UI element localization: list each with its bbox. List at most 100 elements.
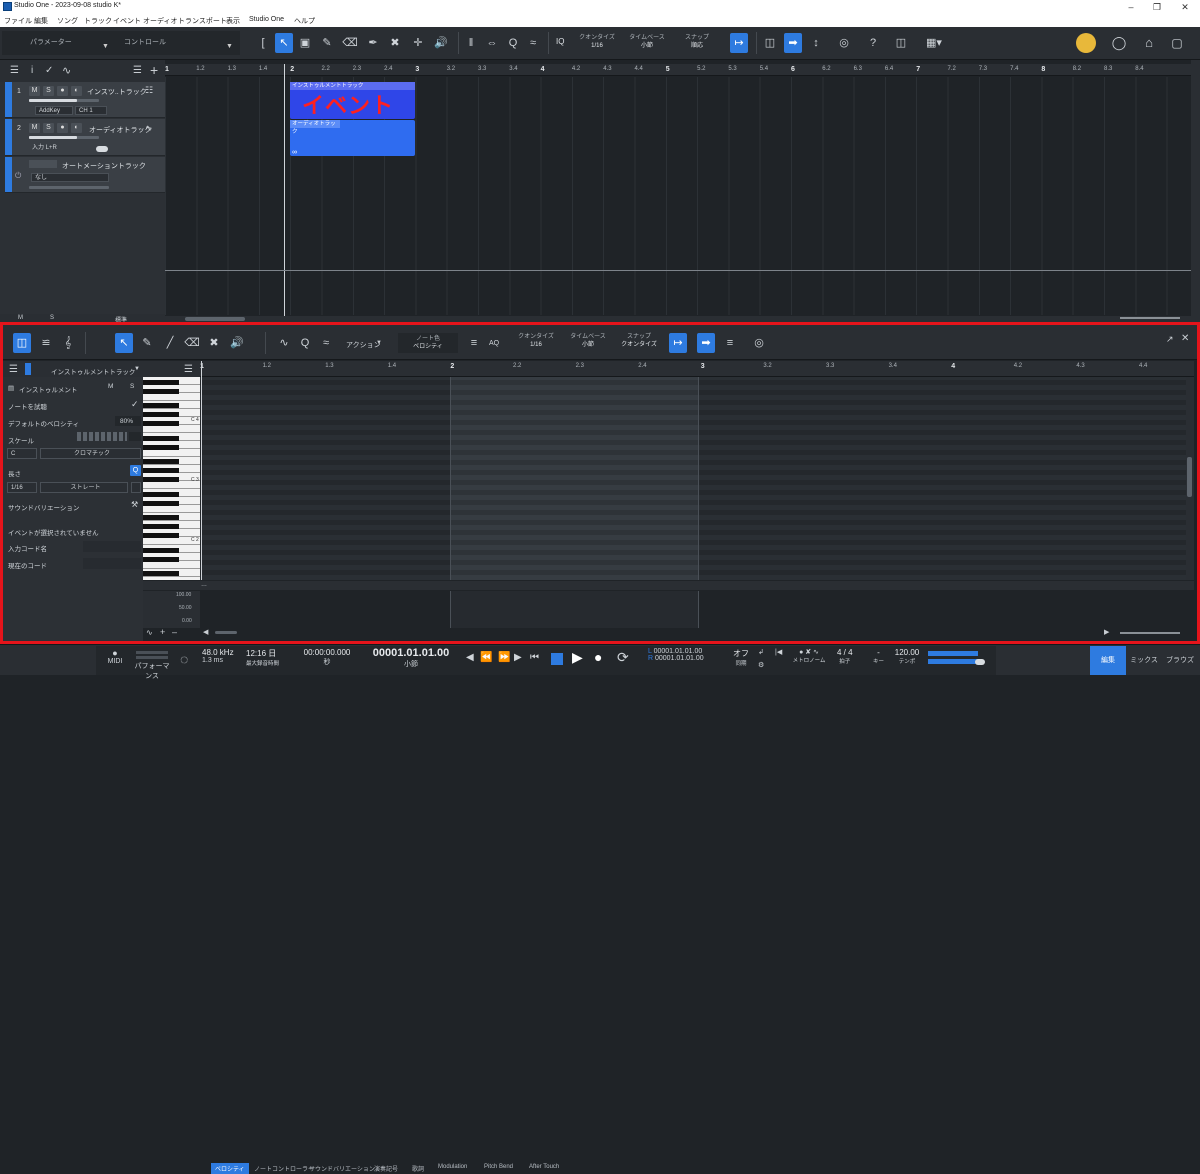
timebase-select[interactable]: タイムベース 小節 — [565, 333, 611, 349]
add-lane-icon[interactable]: + — [160, 627, 165, 637]
record-icon[interactable]: ● — [57, 123, 68, 133]
menu-audio[interactable]: オーディオ — [143, 16, 178, 26]
mute-button[interactable]: M — [29, 86, 40, 96]
tab-lyrics[interactable]: 歌詞 — [408, 1163, 428, 1174]
menu-event[interactable]: イベント — [113, 16, 141, 26]
listen-tool-icon[interactable]: 🔊 — [228, 333, 246, 353]
power-icon[interactable]: ⏻ — [15, 171, 21, 181]
follow-icon[interactable]: ➡ — [784, 33, 802, 53]
midi-indicator[interactable]: ● MIDI — [103, 648, 127, 665]
length-quantize-icon[interactable]: Q — [130, 465, 141, 476]
automation-select[interactable]: なし — [31, 173, 109, 182]
home-icon[interactable]: ⌂ — [1140, 33, 1158, 53]
chevron-down-icon[interactable]: ▼ — [102, 43, 109, 50]
piano-keyboard[interactable]: C 4 C 3 C 2 — [143, 377, 200, 580]
quantize-select[interactable]: クオンタイズ 1/16 — [513, 333, 559, 349]
editor-vscroll[interactable] — [1186, 377, 1194, 580]
wrench-icon[interactable]: ✓ — [45, 65, 53, 76]
instrument-select[interactable]: AddKey — [35, 106, 73, 115]
avatar[interactable] — [1076, 33, 1096, 53]
play-icon[interactable]: ▶ — [572, 649, 583, 666]
track-2[interactable]: 1 2 M S ● ◐ オーディオトラック ∿ 入力 L+R — [5, 119, 165, 156]
tab-sound-variation[interactable]: サウンドバリエーション — [305, 1163, 379, 1174]
arrow-tool-icon[interactable]: ↖ — [275, 33, 293, 53]
help-button[interactable]: ? — [864, 33, 882, 53]
preroll-icon[interactable]: |◀ — [775, 648, 782, 656]
minimize-icon[interactable]: – — [1118, 0, 1144, 14]
follow-icon[interactable]: ➡ — [697, 333, 715, 353]
pencil-tool-icon[interactable]: ✎ — [138, 333, 156, 353]
list-icon[interactable]: ☰ — [133, 65, 142, 76]
tab-edit[interactable]: 編集 — [1090, 646, 1126, 675]
solo-all-button[interactable]: S — [50, 315, 54, 321]
rewind-icon[interactable]: ⏪ — [480, 652, 492, 663]
loop-icon[interactable]: ⟳ — [617, 649, 629, 666]
score-icon[interactable]: 𝄞 — [59, 333, 77, 353]
target-icon[interactable]: ◎ — [835, 33, 853, 53]
note-preview-checkbox[interactable]: ✓ — [131, 399, 139, 410]
editor-ruler[interactable]: 11.21.31.422.22.32.433.23.33.444.24.34.4 — [200, 361, 1194, 377]
mute-all-button[interactable]: M — [18, 315, 23, 321]
toggle-icon[interactable] — [975, 659, 985, 665]
input-chord-field[interactable] — [83, 541, 141, 552]
curve-icon[interactable]: ∿ — [146, 628, 153, 637]
track-name[interactable]: オーディオトラック — [89, 125, 152, 135]
solo-button[interactable]: S — [43, 123, 54, 133]
time-signature[interactable]: 4 / 4 拍子 — [837, 648, 853, 665]
track-name[interactable]: オートメーショントラック — [62, 161, 146, 171]
performance-meter[interactable]: パフォーマンス — [132, 649, 172, 681]
snap-toggle-icon[interactable]: ↦ — [730, 33, 748, 53]
record-icon[interactable]: ● — [594, 649, 602, 665]
window-icon[interactable]: ▢ — [1168, 33, 1186, 53]
sync-display[interactable]: オフ 同期 — [733, 648, 749, 667]
metronome[interactable]: ● ✘ ∿ メトロノーム — [790, 648, 828, 664]
mute-tool-icon[interactable]: ✖ — [205, 333, 223, 353]
aq-button[interactable]: AQ — [489, 340, 499, 347]
menu-studio-one[interactable]: Studio One — [249, 16, 284, 23]
solo-button[interactable]: S — [130, 383, 134, 390]
list-icon[interactable]: ☰ — [184, 364, 193, 375]
solo-button[interactable]: S — [43, 86, 54, 96]
pencil-tool-icon[interactable]: ✎ — [318, 33, 336, 53]
snap-select[interactable]: スナップ クオンタイズ — [615, 333, 663, 349]
inspector-toggle-icon[interactable]: ◫ — [13, 333, 31, 353]
split-events-icon[interactable]: ‖ — [462, 33, 480, 53]
zoom-icon[interactable]: Q — [296, 333, 314, 353]
video-icon[interactable]: ◫ — [892, 33, 910, 53]
track-select[interactable]: インストゥルメントトラック — [51, 366, 135, 376]
channel-select[interactable]: CH 1 — [75, 106, 107, 115]
monitor-icon[interactable]: ◐ — [71, 123, 82, 133]
automation-icon[interactable]: ∿ — [62, 64, 71, 77]
length-mode-select[interactable]: ストレート — [40, 482, 128, 493]
stop-button[interactable] — [551, 653, 563, 665]
mute-button[interactable]: M — [108, 383, 113, 390]
scale-key-select[interactable]: C — [7, 448, 37, 459]
scale-keys[interactable] — [77, 432, 127, 441]
tab-velocity[interactable]: ベロシティ — [211, 1163, 249, 1174]
tab-articulation[interactable]: 演奏記号 — [370, 1163, 402, 1174]
scale-type-select[interactable]: クロマチック — [40, 448, 141, 459]
pause-circle-icon[interactable]: ◯ — [1110, 33, 1128, 53]
skip-icon[interactable]: ⏮ — [530, 652, 539, 663]
menu-file[interactable]: ファイル — [4, 16, 32, 26]
grid-menu-icon[interactable]: ▦▾ — [922, 33, 946, 53]
wave-icon[interactable]: ∿ — [273, 333, 295, 353]
notecolor-select[interactable]: ノート色 ベロシティ — [398, 333, 458, 353]
key-display[interactable]: - キー — [873, 648, 884, 665]
velocity-value[interactable]: 80% — [120, 418, 133, 425]
target-icon[interactable]: ◎ — [750, 333, 768, 353]
precount-icon[interactable]: ↲ — [758, 648, 764, 656]
tab-after-touch[interactable]: After Touch — [525, 1163, 563, 1171]
menu-song[interactable]: ソング — [57, 16, 78, 26]
volume-fader[interactable] — [29, 136, 99, 139]
snap-toggle-icon[interactable]: ↦ — [669, 333, 687, 353]
timeline-ruler[interactable]: 1 1.2 1.3 1.4 2 2.2 2.3 2.4 3 3.2 3.3 3.4 4 4.2 4.3 4.4… — [165, 64, 1191, 76]
sample-rate[interactable]: 48.0 kHz 1.3 ms — [202, 648, 234, 664]
menu-help[interactable]: ヘルプ — [294, 16, 315, 26]
tab-pitch-bend[interactable]: Pitch Bend — [480, 1163, 517, 1171]
tab-mix[interactable]: ミックス — [1126, 646, 1162, 675]
menu-edit[interactable]: 編集 — [34, 16, 48, 26]
more-icon[interactable]: … — [201, 582, 207, 588]
menu-track[interactable]: トラック — [84, 16, 112, 26]
snap-select[interactable]: スナップ 順応 — [676, 34, 718, 50]
